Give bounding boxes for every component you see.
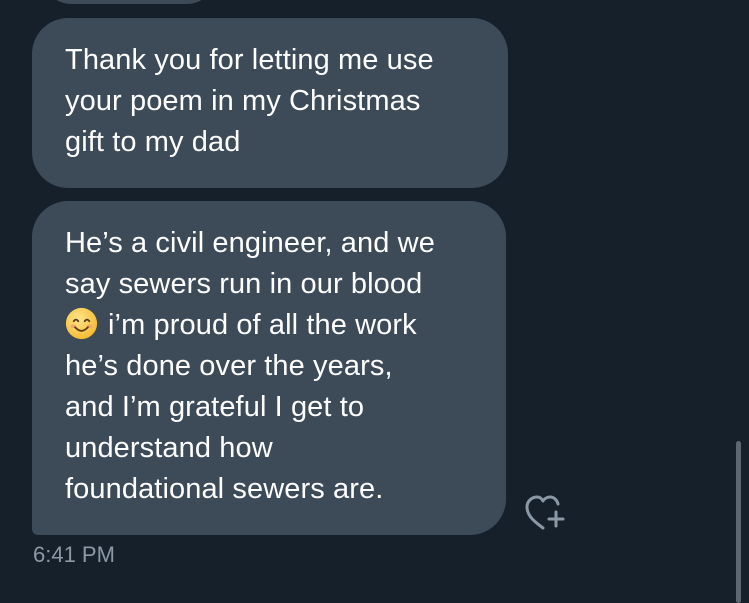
message-text-line: understand how: [65, 432, 273, 464]
message-text-line: say sewers run in our blood: [65, 268, 423, 300]
message-text-line-with-emoji: i’m proud of all the work: [65, 305, 506, 346]
message-text-line: and I’m grateful I get to: [65, 391, 365, 423]
message-text-line: gift to my dad: [65, 126, 241, 158]
message-timestamp: 6:41 PM: [33, 542, 115, 567]
message-text-fragment: i’m proud of all the work: [108, 309, 417, 341]
heart-plus-icon: [525, 495, 565, 530]
previous-message-bubble: [40, 0, 218, 4]
message-text-line: He’s a civil engineer, and we: [65, 227, 435, 259]
react-button[interactable]: [523, 494, 569, 532]
smiling-face-emoji-icon: [65, 307, 98, 340]
scrollbar-thumb[interactable]: [736, 441, 741, 603]
message-text-line: Thank you for letting me use: [65, 44, 434, 76]
message-text-line: foundational sewers are.: [65, 473, 384, 505]
message-bubble[interactable]: He’s a civil engineer, and we say sewers…: [32, 201, 506, 535]
message-text-line: your poem in my Christmas: [65, 85, 421, 117]
message-bubble[interactable]: Thank you for letting me use your poem i…: [32, 18, 508, 188]
message-text-line: he’s done over the years,: [65, 350, 393, 382]
